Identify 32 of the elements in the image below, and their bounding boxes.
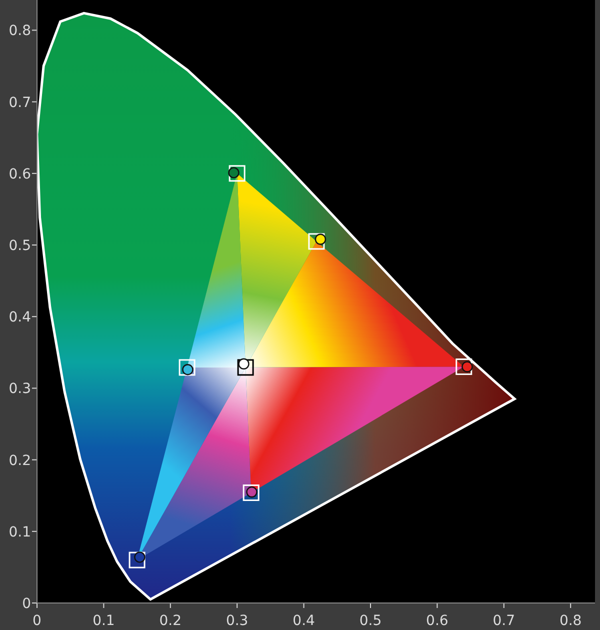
tick-label: 0.7 xyxy=(8,94,31,111)
target-marker xyxy=(242,484,260,501)
measured-marker xyxy=(228,167,240,178)
tick-label: 0.6 xyxy=(8,166,31,182)
target-marker xyxy=(128,552,146,568)
target-marker xyxy=(228,165,246,182)
tick-label: 0.8 xyxy=(8,23,31,40)
target-marker xyxy=(237,359,254,376)
tick-label: 0.4 xyxy=(292,613,315,629)
tick-label: 0.5 xyxy=(359,613,382,629)
tick-label: 0.6 xyxy=(426,613,448,629)
tick-label: 0.1 xyxy=(92,613,115,629)
target-marker xyxy=(308,233,325,250)
tick-label: 0.7 xyxy=(492,613,516,629)
measured-marker xyxy=(462,361,473,372)
tick-label: 0 xyxy=(32,613,42,629)
target-marker xyxy=(178,359,196,376)
tick-label: 0.5 xyxy=(8,238,31,254)
measured-marker xyxy=(314,234,326,245)
measured-marker xyxy=(238,358,250,370)
tick-label: 0 xyxy=(22,596,31,612)
tick-label: 0.8 xyxy=(559,613,582,629)
measured-marker xyxy=(246,486,258,498)
tick-label: 0.3 xyxy=(8,381,31,398)
tick-label: 0.3 xyxy=(226,613,248,629)
tick-label: 0.1 xyxy=(8,524,31,540)
tick-label: 0.4 xyxy=(8,310,31,326)
tick-label: 0.2 xyxy=(159,613,182,629)
measured-marker xyxy=(182,364,194,376)
target-marker xyxy=(456,358,472,375)
measured-marker xyxy=(134,552,146,563)
tick-label: 0.2 xyxy=(8,452,31,469)
